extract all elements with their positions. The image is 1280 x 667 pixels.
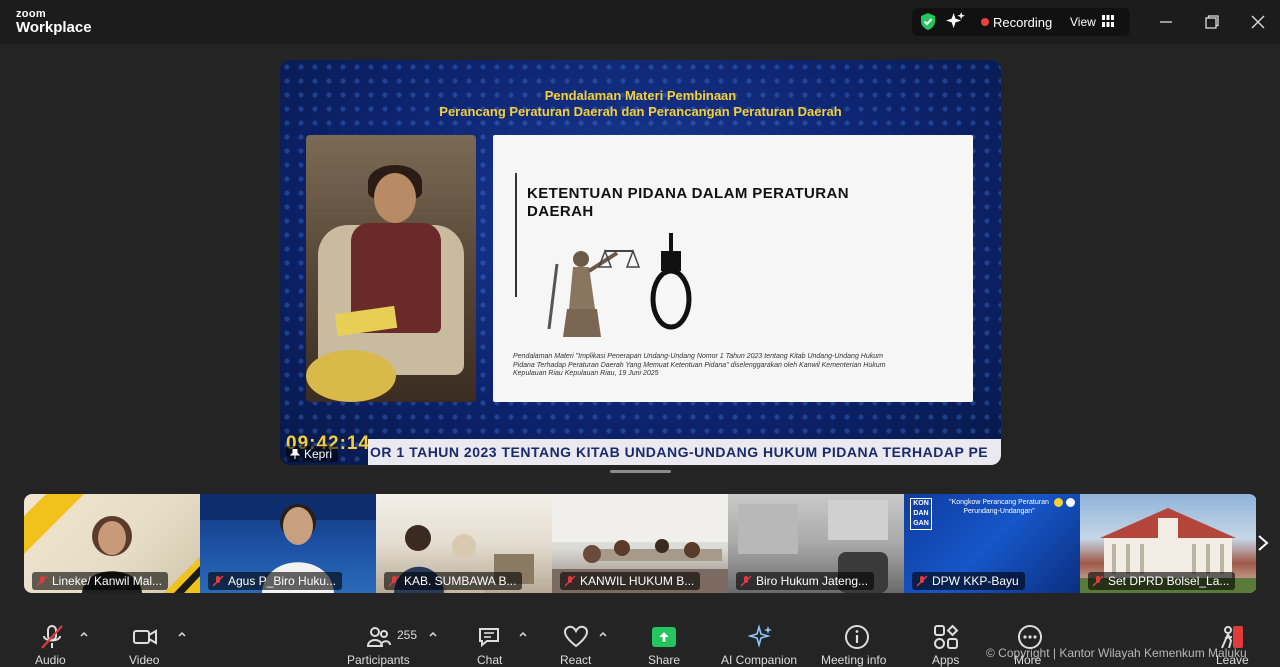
sharer-name: Kepri — [304, 447, 333, 461]
participant-tile[interactable]: Lineke/ Kanwil Mal... — [24, 494, 200, 593]
muted-mic-icon — [36, 575, 48, 587]
participants-label: Participants — [347, 653, 410, 667]
muted-mic-icon — [388, 575, 400, 587]
share-screen-icon — [652, 627, 676, 647]
muted-mic-icon — [916, 575, 928, 587]
share-label: Share — [648, 653, 681, 667]
muted-mic-icon — [41, 625, 63, 649]
resize-handle[interactable] — [610, 470, 671, 473]
institution-emblem — [1054, 498, 1063, 507]
participant-tile[interactable]: KON DAN GAN "Kongkow Perancang Peraturan… — [904, 494, 1080, 593]
justice-noose-illustration — [547, 233, 692, 337]
slide-title-line2: DAERAH — [527, 203, 594, 220]
slide-caption: Pendalaman Materi "Implikasi Penerapan U… — [513, 353, 886, 377]
participant-tile[interactable]: KAB. SUMBAWA B... — [376, 494, 552, 593]
view-button[interactable]: View — [1070, 15, 1096, 29]
participants-icon — [366, 627, 391, 647]
shield-icon[interactable] — [919, 12, 937, 31]
pin-icon — [290, 449, 300, 459]
meeting-info-label: Meeting info — [821, 653, 887, 667]
shared-screen[interactable]: Pendalaman Materi Pembinaan Perancang Pe… — [280, 60, 1001, 465]
chevron-up-icon[interactable] — [598, 629, 608, 639]
participants-count: 255 — [397, 628, 418, 642]
copyright-watermark: © Copyright | Kantor Wilayah Kemenkum Ma… — [986, 646, 1247, 660]
participant-name: Biro Hukum Jateng... — [756, 574, 869, 588]
maximize-icon[interactable] — [1202, 12, 1222, 32]
participant-tile[interactable]: KANWIL HUKUM B... — [552, 494, 728, 593]
kondangan-logo: KON DAN GAN — [910, 498, 932, 530]
info-icon — [845, 625, 869, 649]
recording-dot — [981, 18, 989, 26]
chevron-up-icon[interactable] — [518, 629, 528, 639]
participant-name: Agus P_Biro Huku... — [228, 574, 337, 588]
ai-companion-button[interactable]: AI Companion — [720, 620, 802, 667]
participant-name-label: Set DPRD Bolsel_La... — [1088, 572, 1236, 590]
ticker-text: OR 1 TAHUN 2023 TENTANG KITAB UNDANG-UND… — [370, 444, 989, 460]
chat-label: Chat — [477, 653, 503, 667]
chevron-up-icon[interactable] — [177, 629, 187, 639]
meeting-info-button[interactable]: Meeting info — [818, 620, 896, 667]
chat-button[interactable]: Chat — [474, 620, 506, 667]
chevron-up-icon[interactable] — [79, 629, 89, 639]
recording-label[interactable]: Recording — [993, 15, 1052, 30]
close-icon[interactable] — [1248, 12, 1268, 32]
grid-icon[interactable] — [1102, 15, 1114, 27]
participant-name: KAB. SUMBAWA B... — [404, 574, 517, 588]
participant-strip: Lineke/ Kanwil Mal... Agus P_Biro Huku..… — [24, 494, 1257, 593]
participant-name: Set DPRD Bolsel_La... — [1108, 574, 1230, 588]
slide-content: KETENTUAN PIDANA DALAM PERATURAN DAERAH … — [493, 135, 973, 402]
participants-button[interactable]: 255 Participants — [344, 620, 420, 667]
tile-title: "Kongkow Perancang Peraturan Perundang-U… — [949, 499, 1049, 515]
apps-icon — [934, 624, 959, 649]
share-button[interactable]: Share — [646, 620, 682, 667]
participant-name-label: Agus P_Biro Huku... — [208, 572, 343, 590]
chevron-up-icon[interactable] — [428, 629, 438, 639]
title-bar: zoom Workplace Recording View — [0, 0, 1280, 44]
slide-subheading: Perancang Peraturan Daerah dan Perancang… — [439, 104, 842, 119]
participant-tile[interactable]: Biro Hukum Jateng... — [728, 494, 904, 593]
apps-label: Apps — [932, 653, 960, 667]
ai-sparkle-icon — [748, 624, 772, 648]
slide-heading: Pendalaman Materi Pembinaan — [544, 88, 737, 103]
heart-icon — [563, 625, 589, 648]
institution-emblem — [1066, 498, 1075, 507]
audio-button[interactable]: Audio — [26, 620, 78, 667]
video-label: Video — [129, 653, 160, 667]
participant-name: DPW KKP-Bayu — [932, 574, 1019, 588]
sharer-name-label: Kepri — [286, 446, 339, 462]
participant-name-label: Lineke/ Kanwil Mal... — [32, 572, 169, 590]
chat-icon — [479, 628, 499, 648]
participant-name: Lineke/ Kanwil Mal... — [52, 574, 163, 588]
participant-name-label: DPW KKP-Bayu — [912, 572, 1025, 590]
participant-tile[interactable]: Agus P_Biro Huku... — [200, 494, 376, 593]
participant-name-label: KANWIL HUKUM B... — [560, 572, 701, 590]
participant-name-label: Biro Hukum Jateng... — [736, 572, 875, 590]
brand-title: Workplace — [16, 19, 92, 36]
chevron-right-icon[interactable] — [1253, 532, 1273, 554]
apps-button[interactable]: Apps — [930, 620, 962, 667]
audio-label: Audio — [35, 653, 66, 667]
slide-title: KETENTUAN PIDANA DALAM PERATURAN — [527, 185, 849, 202]
news-ticker: OR 1 TAHUN 2023 TENTANG KITAB UNDANG-UND… — [368, 439, 1001, 465]
participant-name-label: KAB. SUMBAWA B... — [384, 572, 523, 590]
participant-tile[interactable]: Set DPRD Bolsel_La... — [1080, 494, 1256, 593]
muted-mic-icon — [212, 575, 224, 587]
ai-companion-label: AI Companion — [721, 653, 798, 667]
ai-sparkle-icon[interactable] — [946, 11, 965, 30]
muted-mic-icon — [1092, 575, 1104, 587]
minimize-icon[interactable] — [1156, 12, 1176, 32]
react-label: React — [560, 653, 592, 667]
participant-name: KANWIL HUKUM B... — [580, 574, 695, 588]
video-button[interactable]: Video — [124, 620, 168, 667]
muted-mic-icon — [740, 575, 752, 587]
speaker-video — [306, 135, 476, 402]
react-button[interactable]: React — [558, 620, 594, 667]
muted-mic-icon — [564, 575, 576, 587]
video-camera-icon — [133, 629, 157, 645]
